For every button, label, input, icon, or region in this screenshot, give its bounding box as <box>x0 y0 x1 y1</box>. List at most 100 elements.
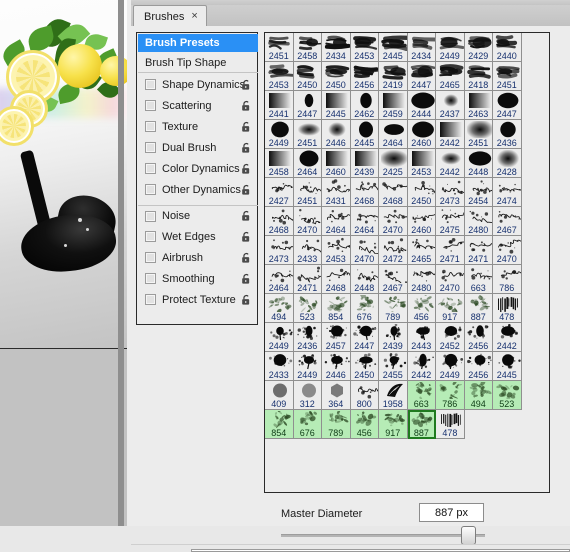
brush-preset-cell[interactable]: 663 <box>464 265 493 294</box>
brush-preset-cell[interactable]: 854 <box>322 294 351 323</box>
close-icon[interactable]: × <box>191 11 197 22</box>
brush-preset-cell[interactable]: 2428 <box>493 149 522 178</box>
brush-preset-cell[interactable]: 2451 <box>293 178 322 207</box>
brush-option-smoothing[interactable]: Smoothing <box>138 268 258 289</box>
checkbox[interactable] <box>145 184 156 195</box>
brush-preset-cell[interactable]: 2443 <box>407 323 436 352</box>
brush-option-scattering[interactable]: Scattering <box>138 95 258 116</box>
brush-preset-cell[interactable]: 2433 <box>265 352 294 381</box>
brush-preset-cell[interactable]: 2442 <box>436 120 465 149</box>
brush-preset-cell[interactable]: 2449 <box>293 352 322 381</box>
brush-preset-cell[interactable]: 2439 <box>379 323 408 352</box>
brush-preset-cell[interactable]: 2431 <box>322 178 351 207</box>
brush-preset-cell[interactable]: 456 <box>407 294 436 323</box>
brush-preset-cell[interactable]: 2448 <box>350 265 379 294</box>
checkbox[interactable] <box>145 252 156 263</box>
brush-preset-cell[interactable]: 2450 <box>407 178 436 207</box>
brush-preset-cell[interactable]: 2451 <box>493 62 522 91</box>
brush-preset-cell[interactable]: 523 <box>493 381 522 410</box>
brush-preset-cell[interactable]: 2439 <box>350 149 379 178</box>
brush-preset-cell[interactable]: 2480 <box>407 265 436 294</box>
brush-preset-cell[interactable]: 2464 <box>350 207 379 236</box>
brush-preset-cell[interactable]: 456 <box>350 410 380 439</box>
brush-preset-cell[interactable]: 2467 <box>493 207 522 236</box>
brush-preset-cell[interactable]: 2473 <box>436 178 465 207</box>
brush-option-airbrush[interactable]: Airbrush <box>138 247 258 268</box>
brush-preset-cell[interactable]: 2433 <box>293 236 322 265</box>
brush-preset-cell[interactable]: 2429 <box>464 33 493 62</box>
brush-preset-grid[interactable]: 2451 2458 2434 2453 2445 2434 2449 2429 2440 2453… <box>264 32 550 493</box>
master-diameter-slider-thumb[interactable] <box>461 526 476 545</box>
brush-preset-cell[interactable]: 2442 <box>407 352 436 381</box>
brush-preset-cell[interactable]: 2446 <box>322 120 351 149</box>
brush-option-other-dynamics[interactable]: Other Dynamics <box>138 179 258 200</box>
brush-preset-cell[interactable]: 786 <box>493 265 522 294</box>
brush-preset-cell[interactable]: 2465 <box>436 62 465 91</box>
brush-preset-cell[interactable]: 2470 <box>350 236 379 265</box>
brush-preset-cell[interactable]: 663 <box>407 381 436 410</box>
brush-preset-cell[interactable]: 478 <box>436 410 465 439</box>
brush-preset-cell[interactable]: 2464 <box>265 265 294 294</box>
lock-icon[interactable] <box>241 294 252 305</box>
brush-preset-cell[interactable]: 2456 <box>464 352 493 381</box>
brush-preset-cell[interactable]: 364 <box>322 381 351 410</box>
canvas-document[interactable] <box>0 0 127 348</box>
lock-icon[interactable] <box>241 210 252 222</box>
brush-preset-cell[interactable]: 2455 <box>379 352 408 381</box>
brush-preset-cell[interactable]: 2447 <box>350 323 379 352</box>
brush-preset-cell[interactable]: 2445 <box>350 120 379 149</box>
brush-preset-cell[interactable]: 2447 <box>407 62 436 91</box>
brush-preset-cell[interactable]: 2459 <box>379 91 408 120</box>
brush-preset-cell[interactable]: 409 <box>265 381 294 410</box>
brush-preset-cell[interactable]: 2458 <box>293 33 322 62</box>
brush-preset-cell[interactable]: 2471 <box>464 236 493 265</box>
brush-preset-cell[interactable]: 887 <box>464 294 493 323</box>
brush-preset-cell[interactable]: 2480 <box>464 207 493 236</box>
brush-preset-cell[interactable]: 2449 <box>265 120 294 149</box>
checkbox[interactable] <box>145 273 156 284</box>
lock-icon[interactable] <box>241 121 252 132</box>
checkbox[interactable] <box>145 231 156 242</box>
brush-preset-cell[interactable]: 2473 <box>265 236 294 265</box>
brush-preset-cell[interactable]: 676 <box>293 410 323 439</box>
brush-preset-cell[interactable]: 676 <box>350 294 379 323</box>
lock-icon[interactable] <box>241 100 252 111</box>
tab-brushes[interactable]: Brushes × <box>133 5 207 28</box>
brush-preset-cell[interactable]: 2425 <box>379 149 408 178</box>
brush-preset-cell[interactable]: 2453 <box>350 33 379 62</box>
lock-icon[interactable] <box>241 79 252 90</box>
brush-preset-cell[interactable]: 887 <box>407 410 437 439</box>
brush-preset-cell[interactable]: 2448 <box>464 149 493 178</box>
lock-icon[interactable] <box>241 252 252 263</box>
brush-preset-cell[interactable]: 917 <box>379 410 408 439</box>
brush-preset-cell[interactable]: 2458 <box>265 149 294 178</box>
brush-preset-cell[interactable]: 917 <box>436 294 465 323</box>
brush-preset-cell[interactable]: 2436 <box>493 120 522 149</box>
checkbox[interactable] <box>145 210 156 222</box>
brush-preset-cell[interactable]: 2462 <box>350 91 379 120</box>
brush-preset-cell[interactable]: 854 <box>265 410 294 439</box>
brush-preset-cell[interactable]: 2449 <box>265 323 294 352</box>
brush-preset-cell[interactable]: 2419 <box>379 62 408 91</box>
brush-preset-cell[interactable]: 2445 <box>322 91 351 120</box>
brush-preset-cell[interactable]: 2452 <box>436 323 465 352</box>
brush-preset-cell[interactable]: 2465 <box>407 236 436 265</box>
brush-preset-cell[interactable]: 2467 <box>379 265 408 294</box>
brush-preset-cell[interactable]: 2442 <box>436 149 465 178</box>
brush-preset-cell[interactable]: 2427 <box>265 178 294 207</box>
checkbox[interactable] <box>145 79 156 90</box>
sidebar-item-brush-presets[interactable]: Brush Presets <box>138 34 258 52</box>
master-diameter-slider-track[interactable] <box>281 534 485 537</box>
brush-preset-cell[interactable]: 494 <box>265 294 294 323</box>
brush-preset-cell[interactable]: 2460 <box>407 120 436 149</box>
brush-preset-cell[interactable]: 2449 <box>436 33 465 62</box>
brush-preset-cell[interactable]: 2470 <box>436 265 465 294</box>
brush-option-texture[interactable]: Texture <box>138 116 258 137</box>
brush-preset-cell[interactable]: 2450 <box>293 62 322 91</box>
brush-option-color-dynamics[interactable]: Color Dynamics <box>138 158 258 179</box>
brush-preset-cell[interactable]: 2445 <box>493 352 522 381</box>
brush-preset-cell[interactable]: 2471 <box>436 236 465 265</box>
brush-preset-cell[interactable]: 2468 <box>322 265 351 294</box>
lock-icon[interactable] <box>241 231 252 242</box>
brush-preset-cell[interactable]: 2468 <box>350 178 379 207</box>
